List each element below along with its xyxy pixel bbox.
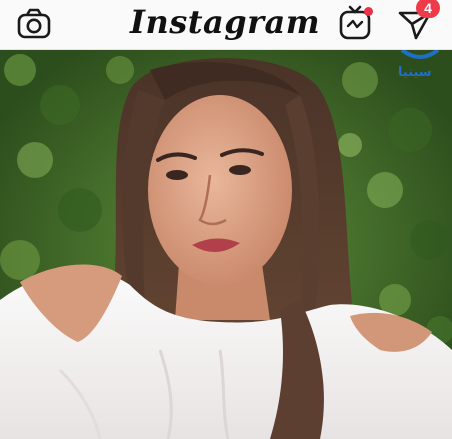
selfie-photo: سينيا xyxy=(0,50,452,439)
instagram-logo: Instagram xyxy=(130,3,321,41)
instagram-feed: Instagram 4 سينيا xyxy=(0,0,452,439)
igtv-notification-dot xyxy=(364,7,373,16)
camera-button[interactable] xyxy=(16,6,52,42)
watermark-text: سينيا xyxy=(398,65,432,80)
direct-notification-badge[interactable]: 4 xyxy=(416,0,440,18)
post-image[interactable]: سينيا xyxy=(0,50,452,439)
top-navigation-bar: Instagram 4 xyxy=(0,0,452,50)
camera-icon xyxy=(17,8,51,39)
